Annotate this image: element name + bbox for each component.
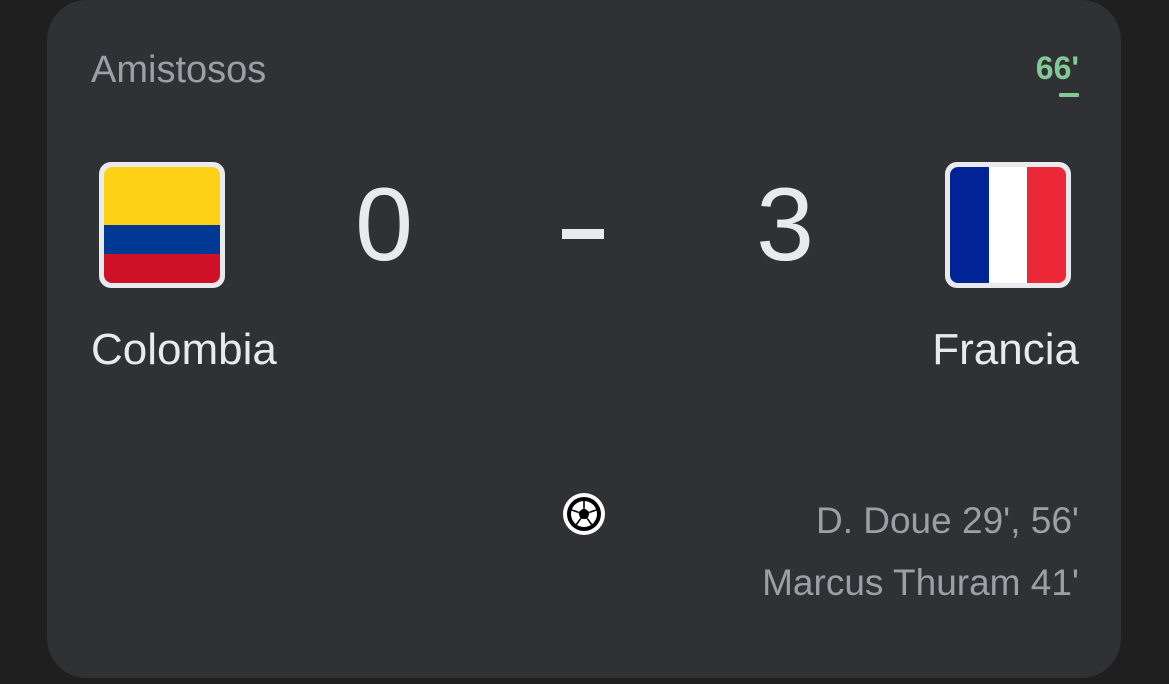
- score-separator: [562, 229, 604, 239]
- home-team-flag: [99, 162, 225, 288]
- away-score: 3: [756, 167, 814, 283]
- competition-label: Amistosos: [91, 49, 267, 91]
- home-team-name[interactable]: Colombia: [91, 324, 277, 376]
- scorer-entry: Marcus Thuram 41': [762, 562, 1079, 603]
- scorer-entry: D. Doue 29', 56': [815, 500, 1079, 541]
- soccer-ball-icon: [563, 493, 605, 535]
- live-minute: 66': [1035, 50, 1079, 86]
- away-scorers-list: D. Doue 29', 56' Marcus Thuram 41': [762, 490, 1079, 614]
- home-score: 0: [355, 167, 413, 283]
- away-team-flag: [945, 162, 1071, 288]
- live-indicator: [1059, 93, 1079, 97]
- match-card[interactable]: Amistosos 66' 0 3 Colombia Francia D. Do…: [47, 0, 1121, 678]
- colombia-flag-icon: [104, 167, 220, 283]
- france-flag-icon: [950, 167, 1066, 283]
- away-team-name[interactable]: Francia: [932, 324, 1079, 376]
